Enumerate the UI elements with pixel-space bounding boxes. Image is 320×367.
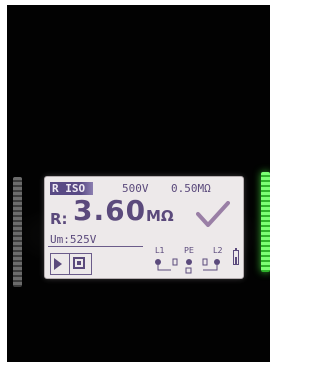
limit-value: 0.50MΩ [171,182,211,195]
function-icons [50,253,92,275]
terminal-pe-label: PE [184,246,194,255]
terminal-l1-label: L1 [155,246,165,255]
save-icon [73,257,85,269]
terminal-l2-label: L2 [213,246,223,255]
green-status-led-bar [261,172,270,272]
lcd-screen: R ISO 500V 0.50MΩ R: 3.60 MΩ Um:525V L1 … [44,176,244,279]
battery-icon [233,248,239,265]
result-prefix: R: [50,210,68,228]
icon-separator [69,254,70,274]
result-value: 3.60 [73,194,147,227]
left-led-bar [13,177,22,287]
measured-voltage: Um:525V [50,233,97,246]
checkmark-icon [196,201,230,227]
result-unit: MΩ [146,207,174,225]
play-icon [54,258,62,270]
divider [48,246,143,247]
device-photo: R ISO 500V 0.50MΩ R: 3.60 MΩ Um:525V L1 … [7,5,270,362]
